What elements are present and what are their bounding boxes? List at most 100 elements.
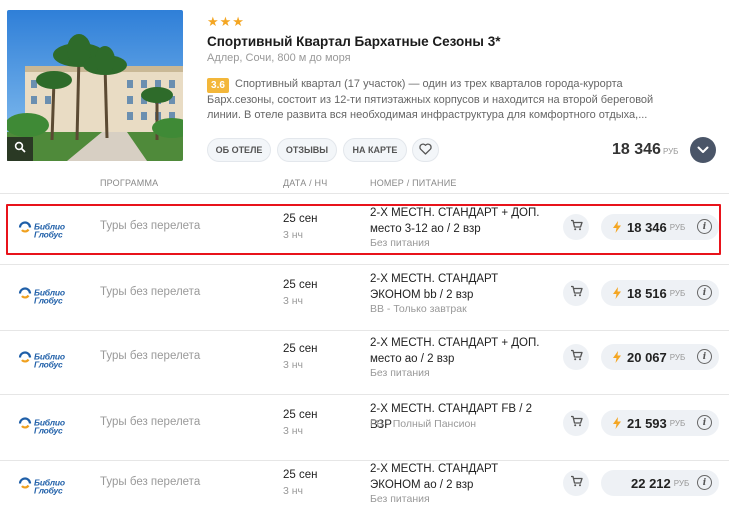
- offer-meal: Без питания: [370, 493, 430, 505]
- offer-date: 25 сен: [283, 343, 318, 355]
- offer-room-upper: 2-Х МЕСТН. СТАНДАРТ + доп.: [370, 207, 540, 219]
- offer-date: 25 сен: [283, 409, 318, 421]
- operator-logo: Библио Глобус: [18, 477, 65, 496]
- operator-logo-icon: [18, 351, 32, 370]
- offer-date: 25 сен: [283, 213, 318, 225]
- offer-room: 2-Х МЕСТН. СТАНДАРТ ЭКОНОМ bb / 2 взр: [370, 272, 555, 303]
- add-to-cart-button[interactable]: [563, 470, 589, 496]
- offer-price: 21 593: [627, 415, 667, 431]
- offer-price: 22 212: [631, 475, 671, 491]
- operator-logo-line2: Глобус: [34, 425, 63, 435]
- offer-price-button[interactable]: 18 516 РУБ i: [601, 280, 719, 306]
- add-to-cart-button[interactable]: [563, 280, 589, 306]
- column-header-room: Номер / питание: [370, 178, 457, 188]
- expand-offers-button[interactable]: [690, 137, 716, 163]
- offer-meal: FB - Полный Пансион: [370, 418, 477, 430]
- info-icon[interactable]: i: [697, 415, 712, 430]
- cart-icon: [570, 474, 583, 492]
- offer-room: 2-Х МЕСТН. СТАНДАРТ ЭКОНОМ ао / 2 взр: [370, 462, 555, 493]
- column-header-program: Программа: [100, 178, 159, 188]
- offer-price-button[interactable]: 18 346 РУБ i: [601, 214, 719, 240]
- operator-logo: Библио Глобус: [18, 417, 65, 436]
- operator-logo-line2: Глобус: [34, 295, 63, 305]
- offer-price-button[interactable]: 22 212 РУБ i: [601, 470, 719, 496]
- offer-program: Туры без перелета: [100, 416, 201, 428]
- offer-nights: 3 нч: [283, 359, 304, 371]
- lightning-icon: [611, 287, 623, 299]
- offer-row[interactable]: Библио Глобус Туры без перелета 25 сен 3 …: [0, 396, 729, 461]
- info-icon[interactable]: i: [697, 285, 712, 300]
- info-icon[interactable]: i: [697, 219, 712, 234]
- add-to-cart-button[interactable]: [563, 214, 589, 240]
- search-icon: [14, 140, 26, 158]
- offer-room-lower: место 3-12 ао / 2 взр: [370, 222, 481, 235]
- operator-logo-icon: [18, 477, 32, 496]
- about-hotel-button[interactable]: Об отеле: [207, 138, 271, 162]
- operator-logo-icon: [18, 287, 32, 306]
- offer-price: 18 346: [627, 219, 667, 235]
- offer-row[interactable]: Библио Глобус Туры без перелета 25 сен 3 …: [0, 266, 729, 331]
- offer-currency: РУБ: [673, 478, 690, 488]
- operator-logo-line2: Глобус: [34, 359, 63, 369]
- zoom-button[interactable]: [7, 137, 33, 161]
- offer-nights: 3 нч: [283, 425, 304, 437]
- map-button[interactable]: На карте: [343, 138, 407, 162]
- offer-room-upper: 2-Х МЕСТН. СТАНДАРТ: [370, 273, 499, 285]
- offer-date: 25 сен: [283, 279, 318, 291]
- offer-program: Туры без перелета: [100, 476, 201, 488]
- offer-nights: 3 нч: [283, 485, 304, 497]
- offer-meal: BB - Только завтрак: [370, 303, 467, 315]
- offer-currency: РУБ: [669, 418, 686, 428]
- offer-program: Туры без перелета: [100, 286, 201, 298]
- offer-currency: РУБ: [669, 222, 686, 232]
- hotel-price-value: 18 346: [612, 141, 661, 158]
- offer-currency: РУБ: [669, 288, 686, 298]
- operator-logo-icon: [18, 221, 32, 240]
- operator-logo-line2: Глобус: [34, 229, 63, 239]
- hotel-name[interactable]: Спортивный Квартал Бархатные Сезоны 3*: [207, 34, 500, 49]
- offer-room-lower: ЭКОНОМ bb / 2 взр: [370, 288, 474, 301]
- info-icon[interactable]: i: [697, 349, 712, 364]
- info-icon[interactable]: i: [697, 475, 712, 490]
- offer-price: 18 516: [627, 285, 667, 301]
- row-divider: [0, 394, 729, 395]
- offer-room-upper: 2-Х МЕСТН. СТАНДАРТ: [370, 463, 499, 475]
- lightning-icon: [611, 351, 623, 363]
- offer-row[interactable]: Библио Глобус Туры без перелета 25 сен 3 …: [0, 456, 729, 516]
- hotel-price-currency: РУБ: [662, 147, 679, 156]
- offer-currency: РУБ: [669, 352, 686, 362]
- offer-price-button[interactable]: 20 067 РУБ i: [601, 344, 719, 370]
- operator-logo: Библио Глобус: [18, 221, 65, 240]
- offer-price-button[interactable]: 21 593 РУБ i: [601, 410, 719, 436]
- hotel-stars: ★★★: [207, 14, 245, 29]
- hotel-location: Адлер, Сочи, 800 м до моря: [207, 52, 351, 64]
- offer-room: 2-Х МЕСТН. СТАНДАРТ + доп. место ао / 2 в…: [370, 336, 555, 367]
- chevron-down-icon: [697, 141, 709, 159]
- hotel-photo[interactable]: [7, 10, 183, 161]
- operator-logo-icon: [18, 417, 32, 436]
- cart-icon: [570, 284, 583, 302]
- header-divider: [0, 193, 729, 194]
- cart-icon: [570, 414, 583, 432]
- operator-logo: Библио Глобус: [18, 287, 65, 306]
- offer-room-lower: ЭКОНОМ ао / 2 взр: [370, 478, 474, 491]
- offer-row[interactable]: Библио Глобус Туры без перелета 25 сен 3 …: [0, 330, 729, 395]
- operator-logo: Библио Глобус: [18, 351, 65, 370]
- add-to-cart-button[interactable]: [563, 410, 589, 436]
- heart-icon: [419, 143, 432, 157]
- reviews-button[interactable]: Отзывы: [277, 138, 337, 162]
- offer-nights: 3 нч: [283, 295, 304, 307]
- row-divider: [0, 264, 729, 265]
- hotel-min-price: 18 346 РУБ: [612, 141, 678, 159]
- offer-room: 2-Х МЕСТН. СТАНДАРТ + доп. место 3-12 ао …: [370, 206, 555, 237]
- offer-meal: Без питания: [370, 237, 430, 249]
- offer-meal: Без питания: [370, 367, 430, 379]
- favorite-button[interactable]: [412, 138, 439, 162]
- column-header-date: Дата / нч: [283, 178, 328, 188]
- add-to-cart-button[interactable]: [563, 344, 589, 370]
- operator-logo-line2: Глобус: [34, 485, 63, 495]
- offer-nights: 3 нч: [283, 229, 304, 241]
- offer-room-upper: 2-Х МЕСТН. СТАНДАРТ + доп.: [370, 337, 540, 349]
- cart-icon: [570, 218, 583, 236]
- offer-row[interactable]: Библио Глобус Туры без перелета 25 сен 3 …: [0, 200, 729, 265]
